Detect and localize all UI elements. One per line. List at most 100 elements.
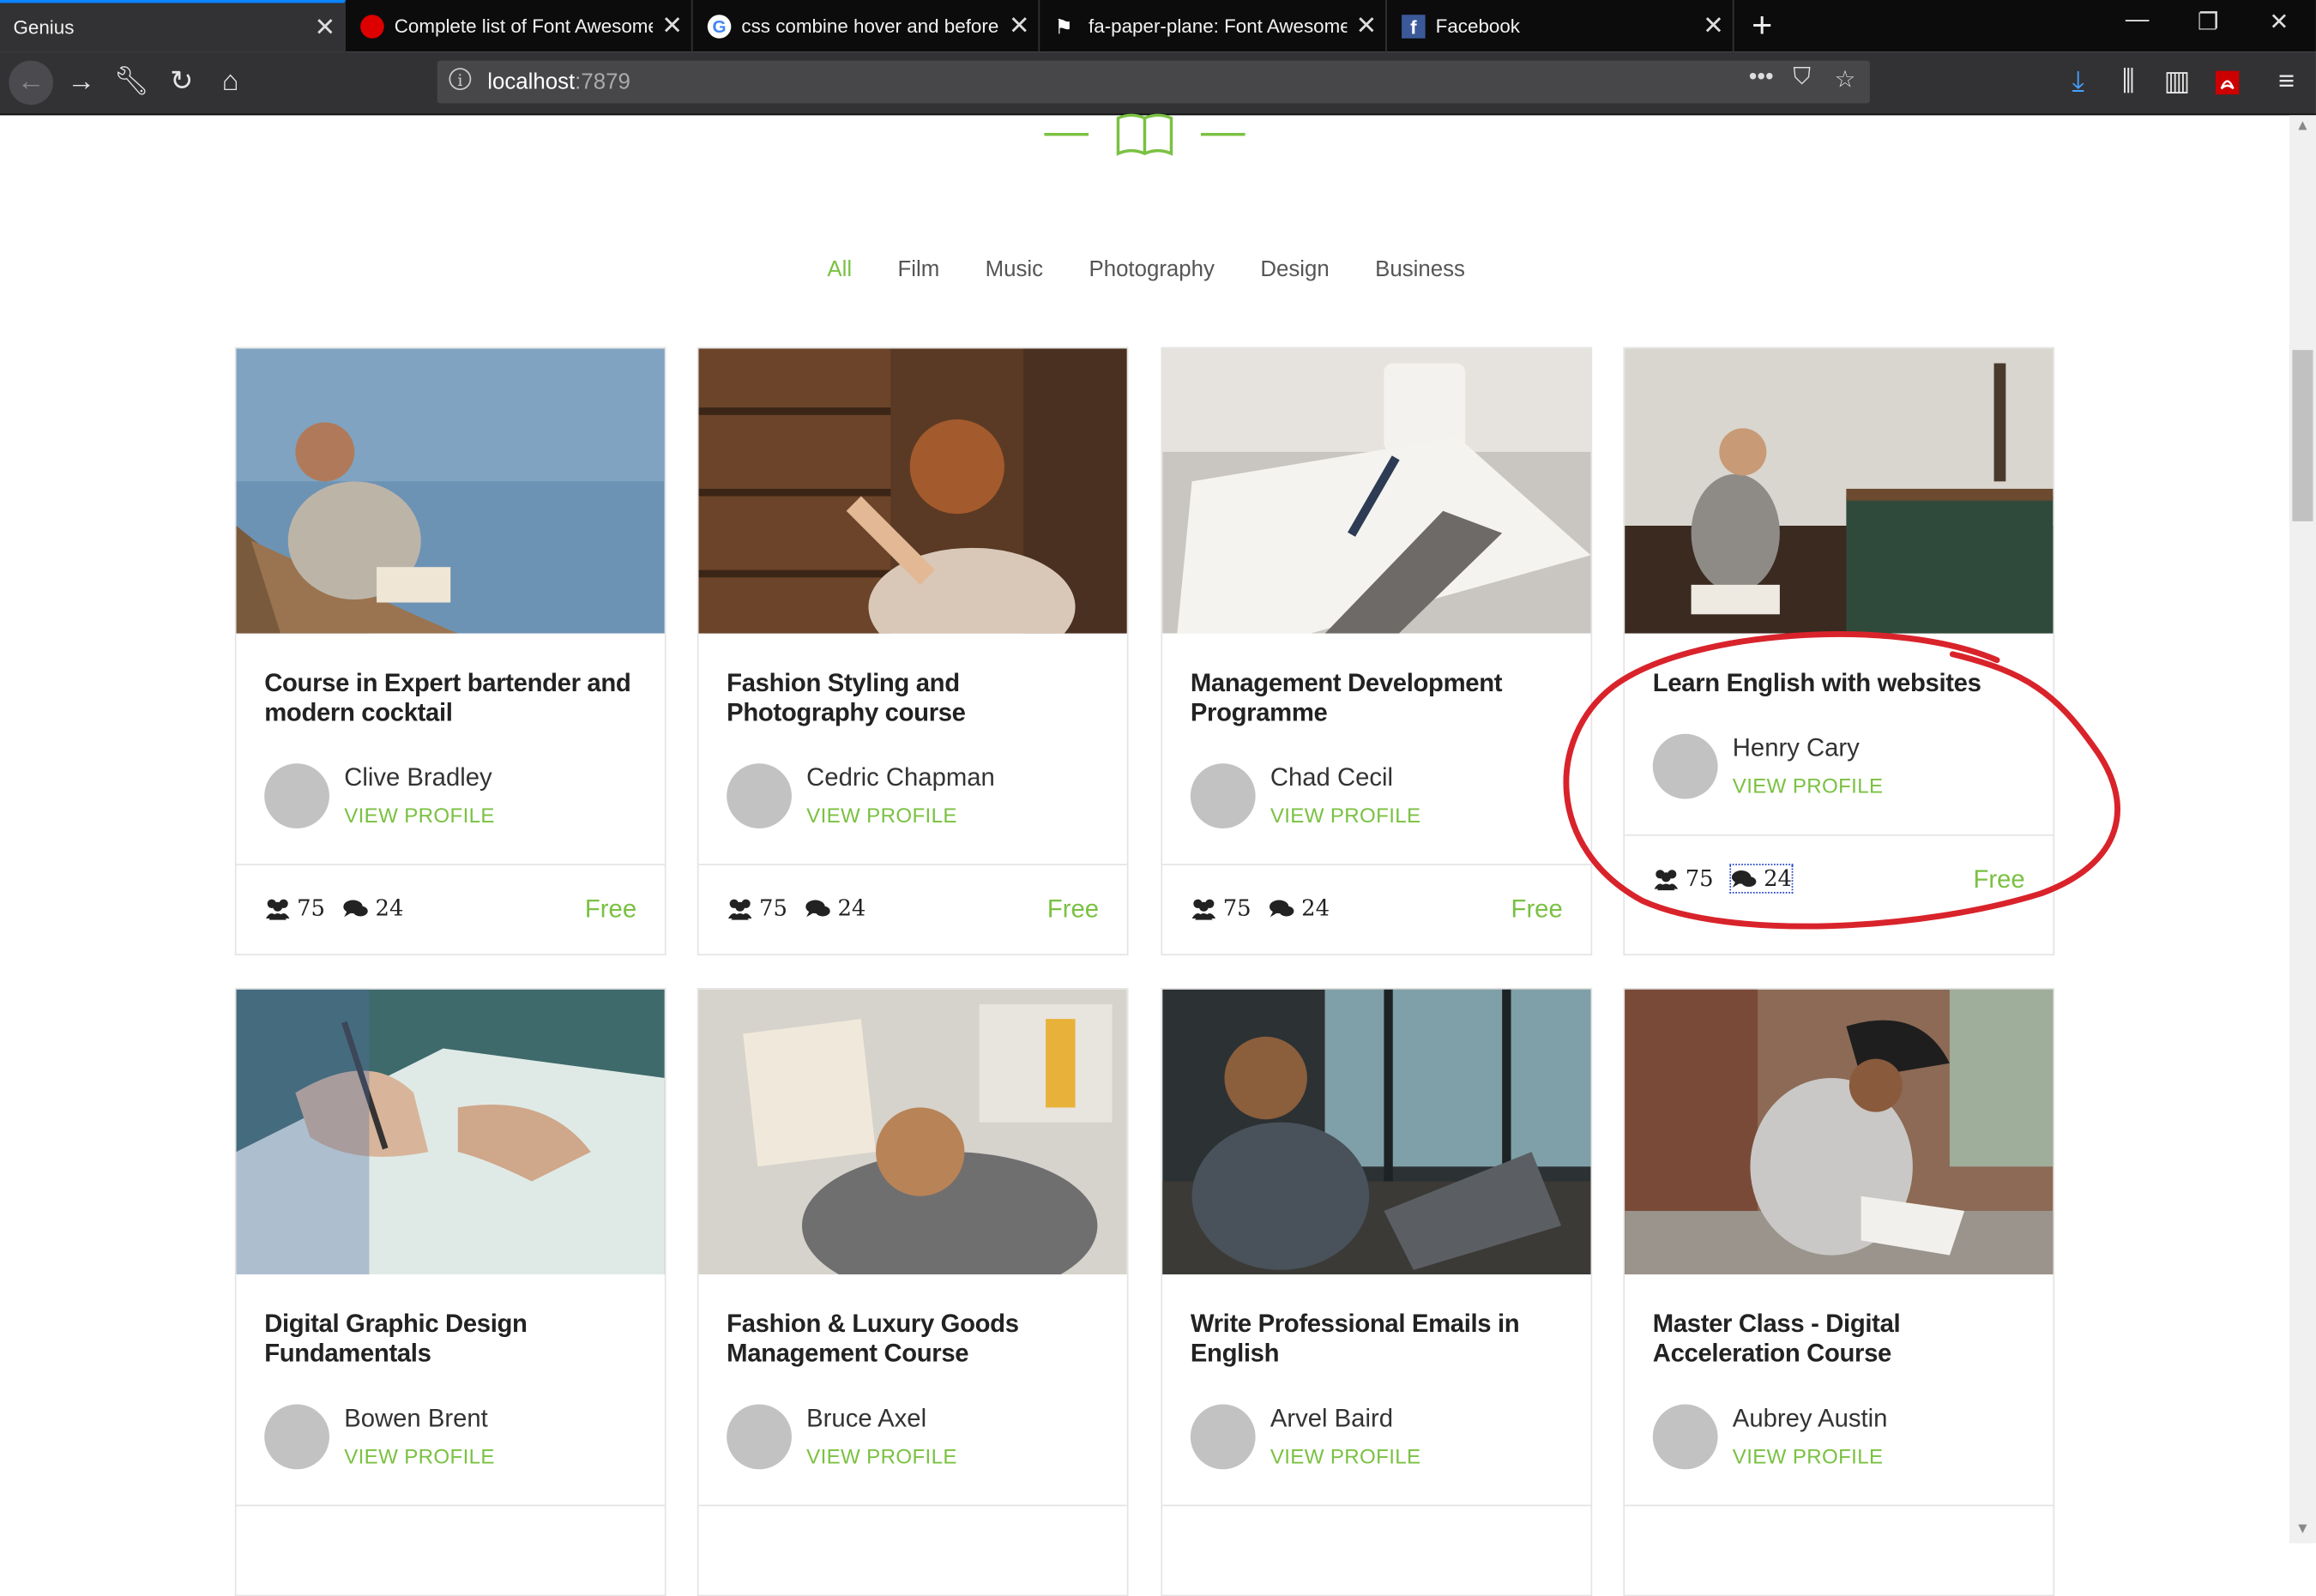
course-image[interactable] [698,989,1127,1274]
tab-font-awesome-list[interactable]: Complete list of Font Awesome ✕ [347,0,693,52]
close-tab-icon[interactable]: ✕ [653,11,691,40]
page-scrollbar[interactable] [2289,115,2316,1544]
course-title[interactable]: Fashion & Luxury Goods Management Course [727,1310,1113,1369]
scrollbar-thumb[interactable] [2292,350,2313,521]
view-profile-link[interactable]: VIEW PROFILE [1733,1444,1884,1468]
view-profile-link[interactable]: VIEW PROFILE [1733,774,1884,798]
author-name: Bruce Axel [806,1404,927,1433]
card-divider [1162,864,1591,866]
course-card[interactable]: Management Development Programme Chad Ce… [1161,346,1593,956]
tab-facebook[interactable]: f Facebook ✕ [1389,0,1734,52]
scroll-up-icon[interactable]: ▲ [2292,118,2313,135]
course-card[interactable]: Learn English with websites Henry Cary V… [1623,346,2055,956]
course-title[interactable]: Master Class - Digital Acceleration Cour… [1653,1310,2040,1369]
course-title[interactable]: Course in Expert bartender and modern co… [264,669,651,728]
pocket-icon[interactable]: ⛉ [1793,65,1811,92]
course-title[interactable]: Digital Graphic Design Fundamentals [264,1310,651,1369]
library-icon[interactable]: ⫼ [2106,61,2150,105]
avatar[interactable] [1652,733,1718,799]
users-icon [1191,898,1216,919]
filter-design[interactable]: Design [1260,257,1329,282]
course-title[interactable]: Fashion Styling and Photography course [727,669,1113,728]
course-card[interactable]: Master Class - Digital Acceleration Cour… [1623,987,2055,1596]
course-image[interactable] [1162,348,1591,634]
view-profile-link[interactable]: VIEW PROFILE [806,1444,957,1468]
view-profile-link[interactable]: VIEW PROFILE [1270,1444,1421,1468]
home-button[interactable]: ⌂ [208,61,253,105]
filter-all[interactable]: All [827,257,852,282]
course-card[interactable]: Write Professional Emails in English Arv… [1161,987,1593,1596]
forward-button[interactable]: → [59,61,104,105]
view-profile-link[interactable]: VIEW PROFILE [344,804,495,828]
sidebar-icon[interactable]: ▥ [2155,61,2199,105]
minimize-icon[interactable]: — [2115,8,2160,34]
filter-music[interactable]: Music [986,257,1043,282]
reload-button[interactable]: ↻ [160,61,204,105]
url-port: :7879 [575,69,630,95]
tab-genius[interactable]: Genius ✕ [0,0,346,52]
card-divider [698,864,1127,866]
view-profile-link[interactable]: VIEW PROFILE [1270,804,1421,828]
course-price: Free [1973,865,2025,894]
comments-focus[interactable]: 24 [1729,864,1794,894]
back-button[interactable]: ← [9,60,53,105]
pdf-icon[interactable] [2205,61,2250,105]
course-image[interactable] [1625,989,2054,1274]
course-stats: 75 24 [264,894,403,921]
scroll-down-icon[interactable]: ▼ [2292,1521,2313,1538]
card-divider [236,1504,665,1507]
students-count: 75 [1222,894,1251,922]
close-tab-icon[interactable]: ✕ [305,13,344,42]
course-card[interactable]: Digital Graphic Design Fundamentals Bowe… [234,987,666,1596]
url-text[interactable]: localhost:7879 [487,69,630,94]
close-tab-icon[interactable]: ✕ [1694,11,1733,40]
download-icon[interactable]: ⤓ [2056,61,2101,105]
more-actions-icon[interactable]: ••• [1749,65,1774,92]
filter-photography[interactable]: Photography [1089,257,1214,282]
card-divider [1625,1504,2054,1507]
avatar[interactable] [264,1404,329,1470]
window-close-icon[interactable]: ✕ [2257,8,2301,37]
students-count: 75 [1685,865,1714,893]
comments-icon [1732,870,1757,888]
url-bar[interactable]: i localhost:7879 ••• ⛉ ☆ [437,60,1870,104]
bookmark-star-icon[interactable]: ☆ [1835,65,1856,94]
new-tab-button[interactable]: + [1743,6,1782,47]
avatar[interactable] [727,1404,792,1470]
course-title[interactable]: Learn English with websites [1653,669,2040,698]
wrench-icon[interactable]: 🔧︎ [109,61,154,105]
tab-title: Complete list of Font Awesome [394,15,654,38]
category-filter: All Film Music Photography Design Busine… [0,257,2292,282]
students-count: 75 [297,894,325,922]
menu-icon[interactable]: ≡ [2265,61,2309,105]
filter-business[interactable]: Business [1375,257,1465,282]
comments-icon [343,899,368,917]
course-image[interactable] [236,989,665,1274]
tab-fa-paper-plane[interactable]: ⚑ fa-paper-plane: Font Awesome ✕ [1041,0,1387,52]
course-title[interactable]: Management Development Programme [1191,669,1577,728]
tab-google-search[interactable]: G css combine hover and before ✕ [694,0,1040,52]
filter-film[interactable]: Film [897,257,939,282]
course-card[interactable]: Course in Expert bartender and modern co… [234,346,666,956]
comments-count: 24 [375,894,404,922]
view-profile-link[interactable]: VIEW PROFILE [806,804,957,828]
site-info-icon[interactable]: i [449,68,472,91]
tab-title: css combine hover and before [741,15,999,38]
avatar[interactable] [1652,1404,1718,1470]
course-title[interactable]: Write Professional Emails in English [1191,1310,1577,1369]
course-card[interactable]: Fashion & Luxury Goods Management Course… [697,987,1129,1596]
course-image[interactable] [698,348,1127,634]
divider-line-right [1200,132,1245,136]
close-tab-icon[interactable]: ✕ [1000,11,1039,40]
course-image[interactable] [1625,348,2054,634]
course-card[interactable]: Fashion Styling and Photography course C… [697,346,1129,956]
avatar[interactable] [727,763,792,828]
restore-icon[interactable]: ❐ [2186,8,2230,37]
avatar[interactable] [1190,1404,1256,1470]
avatar[interactable] [264,763,329,828]
course-image[interactable] [1162,989,1591,1274]
view-profile-link[interactable]: VIEW PROFILE [344,1444,495,1468]
close-tab-icon[interactable]: ✕ [1347,11,1385,40]
avatar[interactable] [1190,763,1256,828]
course-image[interactable] [236,348,665,634]
